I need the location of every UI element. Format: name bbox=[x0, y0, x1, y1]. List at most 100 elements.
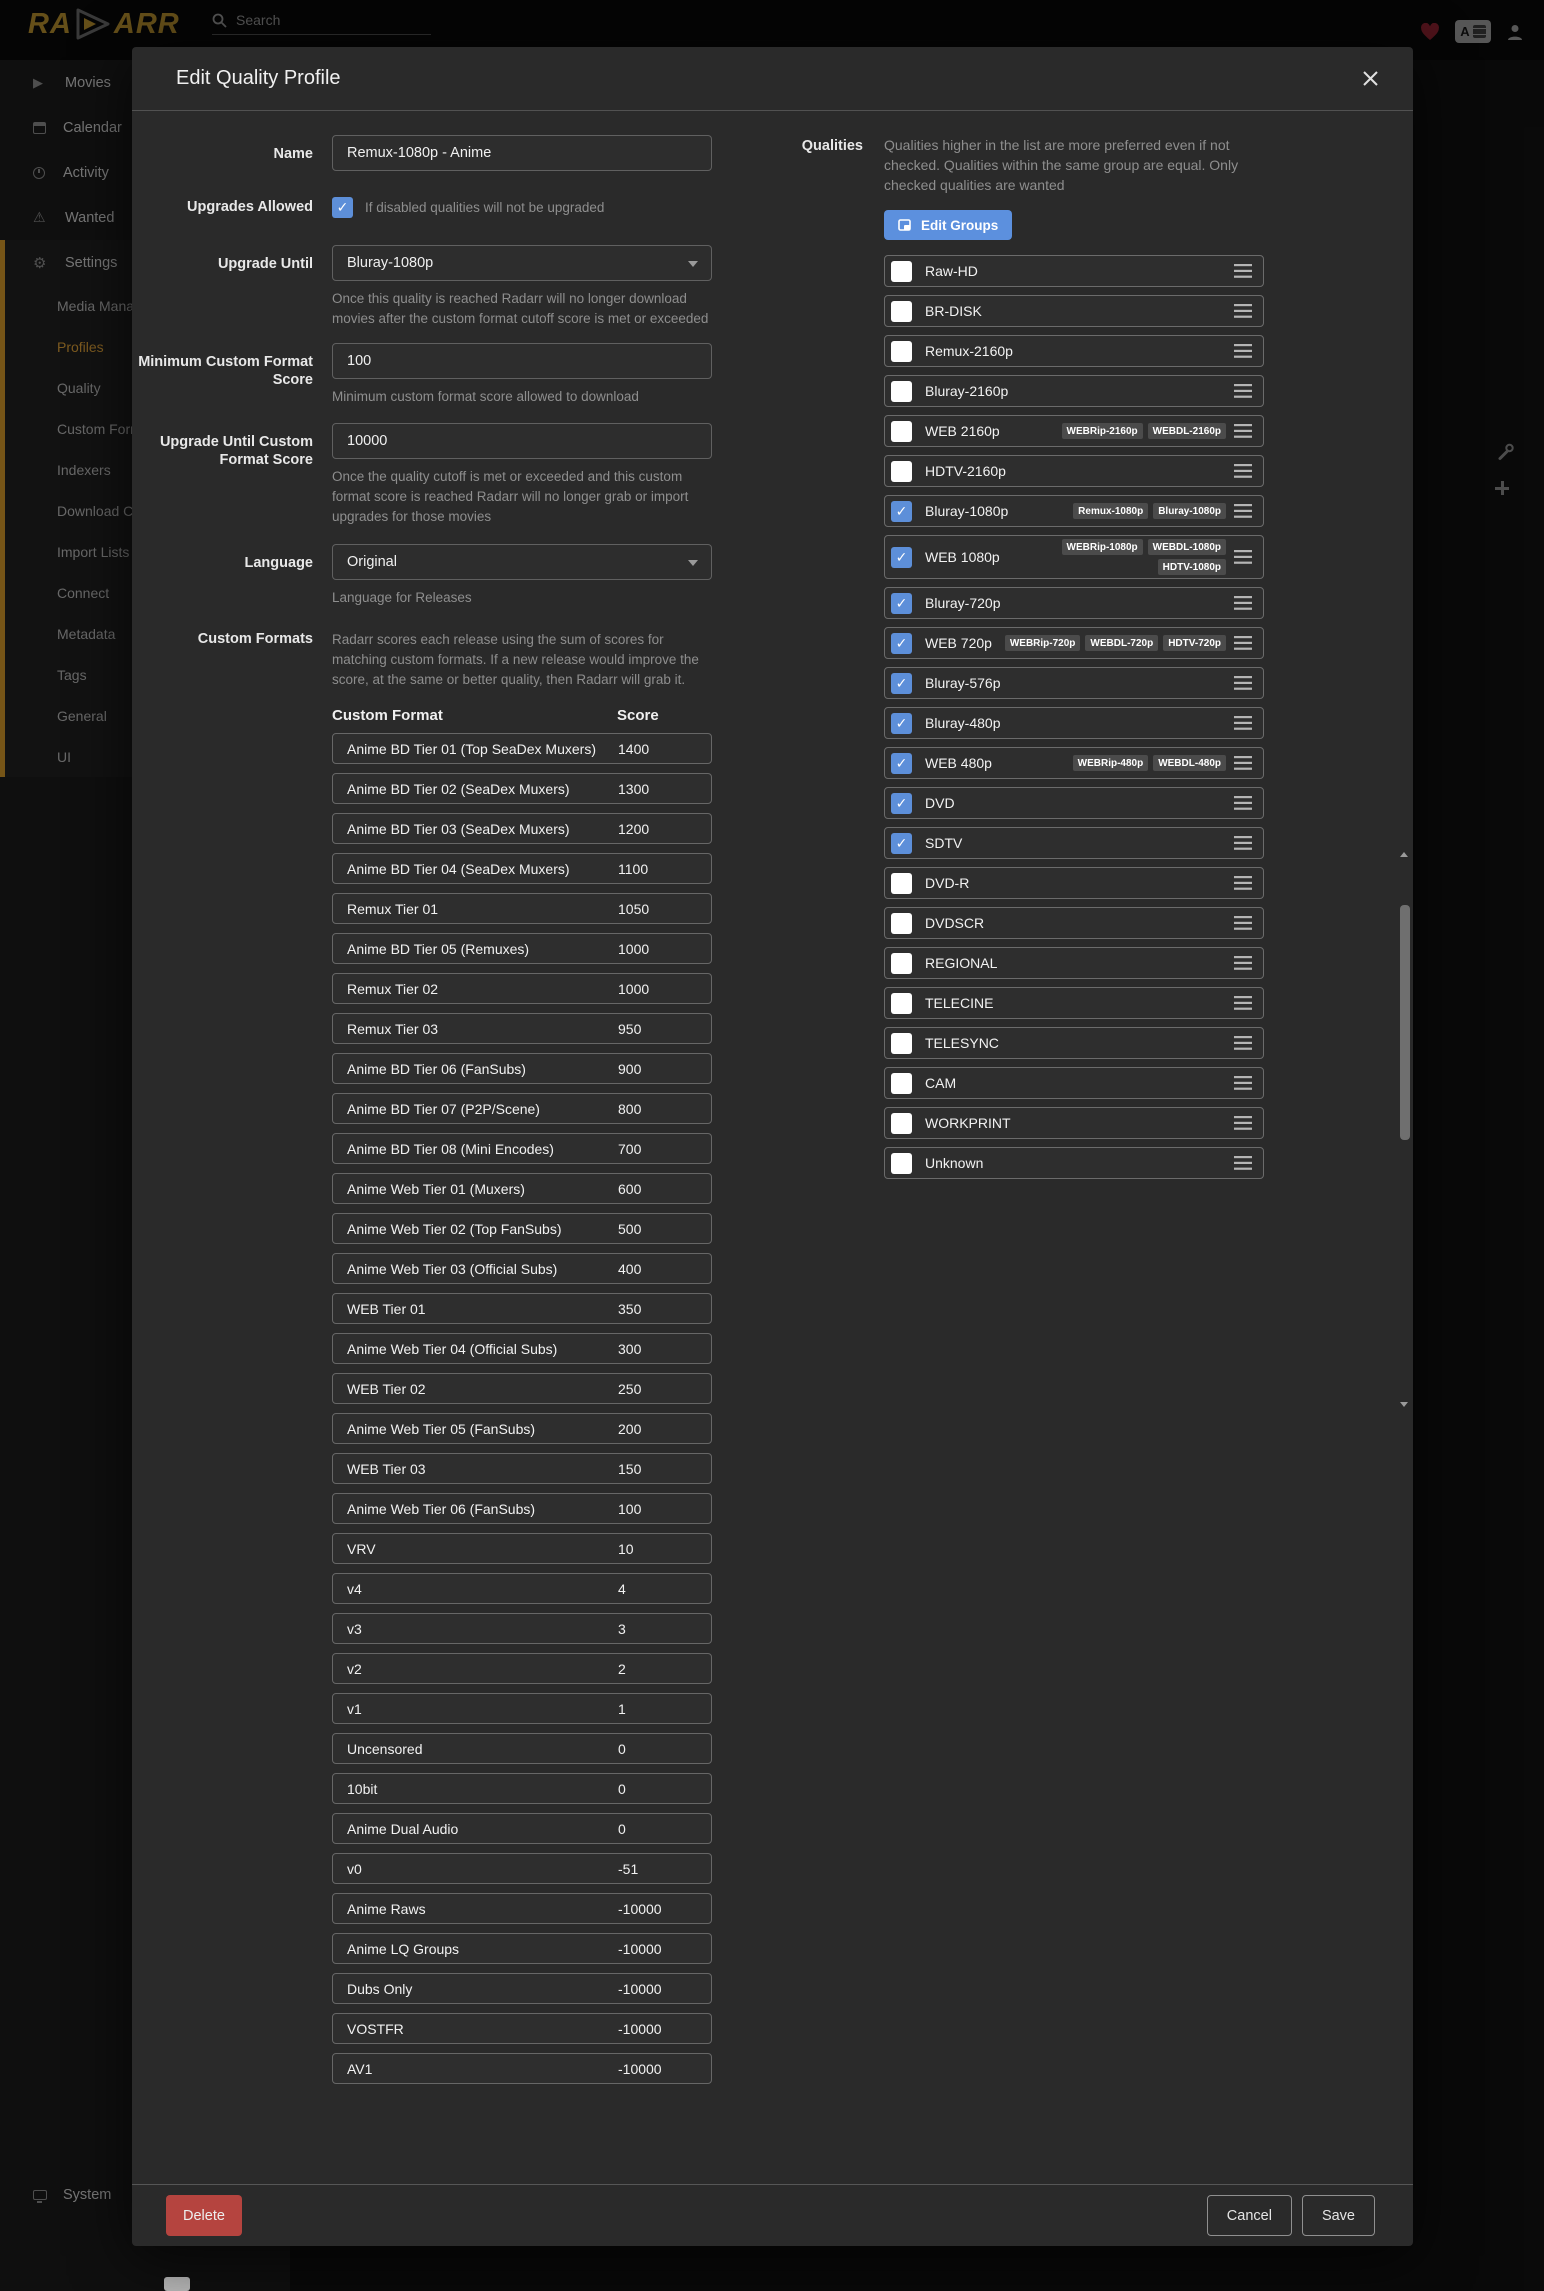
quality-row[interactable]: Remux-2160p bbox=[884, 335, 1264, 367]
format-row[interactable]: Anime BD Tier 04 (SeaDex Muxers) 1100 bbox=[332, 853, 712, 884]
format-row[interactable]: v0 -51 bbox=[332, 1853, 712, 1884]
quality-row[interactable]: Bluray-576p bbox=[884, 667, 1264, 699]
scroll-up-arrow[interactable] bbox=[1400, 852, 1408, 857]
format-row[interactable]: VOSTFR -10000 bbox=[332, 2013, 712, 2044]
quality-row[interactable]: DVDSCR bbox=[884, 907, 1264, 939]
drag-handle-icon[interactable] bbox=[1234, 876, 1254, 890]
quality-checkbox[interactable] bbox=[891, 547, 912, 568]
delete-button[interactable]: Delete bbox=[166, 2195, 242, 2236]
drag-handle-icon[interactable] bbox=[1234, 1076, 1254, 1090]
format-row[interactable]: WEB Tier 01 350 bbox=[332, 1293, 712, 1324]
edit-groups-button[interactable]: Edit Groups bbox=[884, 210, 1012, 240]
quality-row[interactable]: WEB 480p WEBRip-480pWEBDL-480p bbox=[884, 747, 1264, 779]
quality-checkbox[interactable] bbox=[891, 421, 912, 442]
quality-row[interactable]: Bluray-480p bbox=[884, 707, 1264, 739]
quality-row[interactable]: SDTV bbox=[884, 827, 1264, 859]
drag-handle-icon[interactable] bbox=[1234, 464, 1254, 478]
quality-checkbox[interactable] bbox=[891, 1073, 912, 1094]
drag-handle-icon[interactable] bbox=[1234, 756, 1254, 770]
format-row[interactable]: Remux Tier 02 1000 bbox=[332, 973, 712, 1004]
format-row[interactable]: v1 1 bbox=[332, 1693, 712, 1724]
quality-checkbox[interactable] bbox=[891, 793, 912, 814]
format-row[interactable]: Remux Tier 01 1050 bbox=[332, 893, 712, 924]
format-row[interactable]: Anime BD Tier 08 (Mini Encodes) 700 bbox=[332, 1133, 712, 1164]
quality-row[interactable]: Bluray-2160p bbox=[884, 375, 1264, 407]
quality-row[interactable]: WEB 2160p WEBRip-2160pWEBDL-2160p bbox=[884, 415, 1264, 447]
quality-checkbox[interactable] bbox=[891, 713, 912, 734]
format-row[interactable]: Anime BD Tier 01 (Top SeaDex Muxers) 140… bbox=[332, 733, 712, 764]
quality-row[interactable]: WORKPRINT bbox=[884, 1107, 1264, 1139]
quality-row[interactable]: TELESYNC bbox=[884, 1027, 1264, 1059]
quality-checkbox[interactable] bbox=[891, 593, 912, 614]
format-row[interactable]: Dubs Only -10000 bbox=[332, 1973, 712, 2004]
quality-checkbox[interactable] bbox=[891, 873, 912, 894]
language-select[interactable]: Original bbox=[332, 544, 712, 580]
quality-checkbox[interactable] bbox=[891, 261, 912, 282]
format-row[interactable]: Anime BD Tier 07 (P2P/Scene) 800 bbox=[332, 1093, 712, 1124]
quality-row[interactable]: REGIONAL bbox=[884, 947, 1264, 979]
quality-checkbox[interactable] bbox=[891, 461, 912, 482]
format-row[interactable]: VRV 10 bbox=[332, 1533, 712, 1564]
quality-row[interactable]: Bluray-720p bbox=[884, 587, 1264, 619]
cancel-button[interactable]: Cancel bbox=[1207, 2195, 1292, 2236]
scroll-down-arrow[interactable] bbox=[1400, 1402, 1408, 1407]
quality-row[interactable]: Raw-HD bbox=[884, 255, 1264, 287]
quality-row[interactable]: Unknown bbox=[884, 1147, 1264, 1179]
drag-handle-icon[interactable] bbox=[1234, 344, 1254, 358]
drag-handle-icon[interactable] bbox=[1234, 716, 1254, 730]
format-row[interactable]: Remux Tier 03 950 bbox=[332, 1013, 712, 1044]
modal-scrollbar-thumb[interactable] bbox=[1400, 905, 1410, 1140]
quality-checkbox[interactable] bbox=[891, 341, 912, 362]
drag-handle-icon[interactable] bbox=[1234, 264, 1254, 278]
drag-handle-icon[interactable] bbox=[1234, 304, 1254, 318]
drag-handle-icon[interactable] bbox=[1234, 996, 1254, 1010]
format-row[interactable]: Anime Raws -10000 bbox=[332, 1893, 712, 1924]
min-format-score-input[interactable] bbox=[332, 343, 712, 379]
format-row[interactable]: Anime BD Tier 06 (FanSubs) 900 bbox=[332, 1053, 712, 1084]
format-row[interactable]: WEB Tier 02 250 bbox=[332, 1373, 712, 1404]
format-row[interactable]: Anime BD Tier 03 (SeaDex Muxers) 1200 bbox=[332, 813, 712, 844]
format-row[interactable]: Anime BD Tier 02 (SeaDex Muxers) 1300 bbox=[332, 773, 712, 804]
quality-row[interactable]: Bluray-1080p Remux-1080pBluray-1080p bbox=[884, 495, 1264, 527]
format-row[interactable]: WEB Tier 03 150 bbox=[332, 1453, 712, 1484]
format-row[interactable]: Anime Web Tier 01 (Muxers) 600 bbox=[332, 1173, 712, 1204]
quality-checkbox[interactable] bbox=[891, 633, 912, 654]
format-row[interactable]: Anime Web Tier 02 (Top FanSubs) 500 bbox=[332, 1213, 712, 1244]
save-button[interactable]: Save bbox=[1302, 2195, 1375, 2236]
format-row[interactable]: Anime Dual Audio 0 bbox=[332, 1813, 712, 1844]
format-row[interactable]: v4 4 bbox=[332, 1573, 712, 1604]
drag-handle-icon[interactable] bbox=[1234, 836, 1254, 850]
quality-checkbox[interactable] bbox=[891, 993, 912, 1014]
drag-handle-icon[interactable] bbox=[1234, 504, 1254, 518]
quality-checkbox[interactable] bbox=[891, 753, 912, 774]
drag-handle-icon[interactable] bbox=[1234, 384, 1254, 398]
format-row[interactable]: Anime Web Tier 04 (Official Subs) 300 bbox=[332, 1333, 712, 1364]
quality-checkbox[interactable] bbox=[891, 1033, 912, 1054]
quality-checkbox[interactable] bbox=[891, 301, 912, 322]
quality-checkbox[interactable] bbox=[891, 673, 912, 694]
quality-row[interactable]: HDTV-2160p bbox=[884, 455, 1264, 487]
drag-handle-icon[interactable] bbox=[1234, 596, 1254, 610]
format-row[interactable]: 10bit 0 bbox=[332, 1773, 712, 1804]
quality-checkbox[interactable] bbox=[891, 1153, 912, 1174]
format-row[interactable]: Anime Web Tier 06 (FanSubs) 100 bbox=[332, 1493, 712, 1524]
drag-handle-icon[interactable] bbox=[1234, 424, 1254, 438]
upgrade-until-select[interactable]: Bluray-1080p bbox=[332, 245, 712, 281]
format-row[interactable]: Anime Web Tier 05 (FanSubs) 200 bbox=[332, 1413, 712, 1444]
quality-checkbox[interactable] bbox=[891, 913, 912, 934]
quality-row[interactable]: WEB 1080p WEBRip-1080pWEBDL-1080pHDTV-10… bbox=[884, 535, 1264, 579]
format-row[interactable]: Anime LQ Groups -10000 bbox=[332, 1933, 712, 1964]
until-format-score-input[interactable] bbox=[332, 423, 712, 459]
drag-handle-icon[interactable] bbox=[1234, 636, 1254, 650]
drag-handle-icon[interactable] bbox=[1234, 1116, 1254, 1130]
format-row[interactable]: v2 2 bbox=[332, 1653, 712, 1684]
drag-handle-icon[interactable] bbox=[1234, 796, 1254, 810]
quality-checkbox[interactable] bbox=[891, 833, 912, 854]
quality-row[interactable]: DVD-R bbox=[884, 867, 1264, 899]
quality-row[interactable]: TELECINE bbox=[884, 987, 1264, 1019]
drag-handle-icon[interactable] bbox=[1234, 916, 1254, 930]
format-row[interactable]: Anime Web Tier 03 (Official Subs) 400 bbox=[332, 1253, 712, 1284]
quality-checkbox[interactable] bbox=[891, 1113, 912, 1134]
drag-handle-icon[interactable] bbox=[1234, 1036, 1254, 1050]
quality-row[interactable]: WEB 720p WEBRip-720pWEBDL-720pHDTV-720p bbox=[884, 627, 1264, 659]
